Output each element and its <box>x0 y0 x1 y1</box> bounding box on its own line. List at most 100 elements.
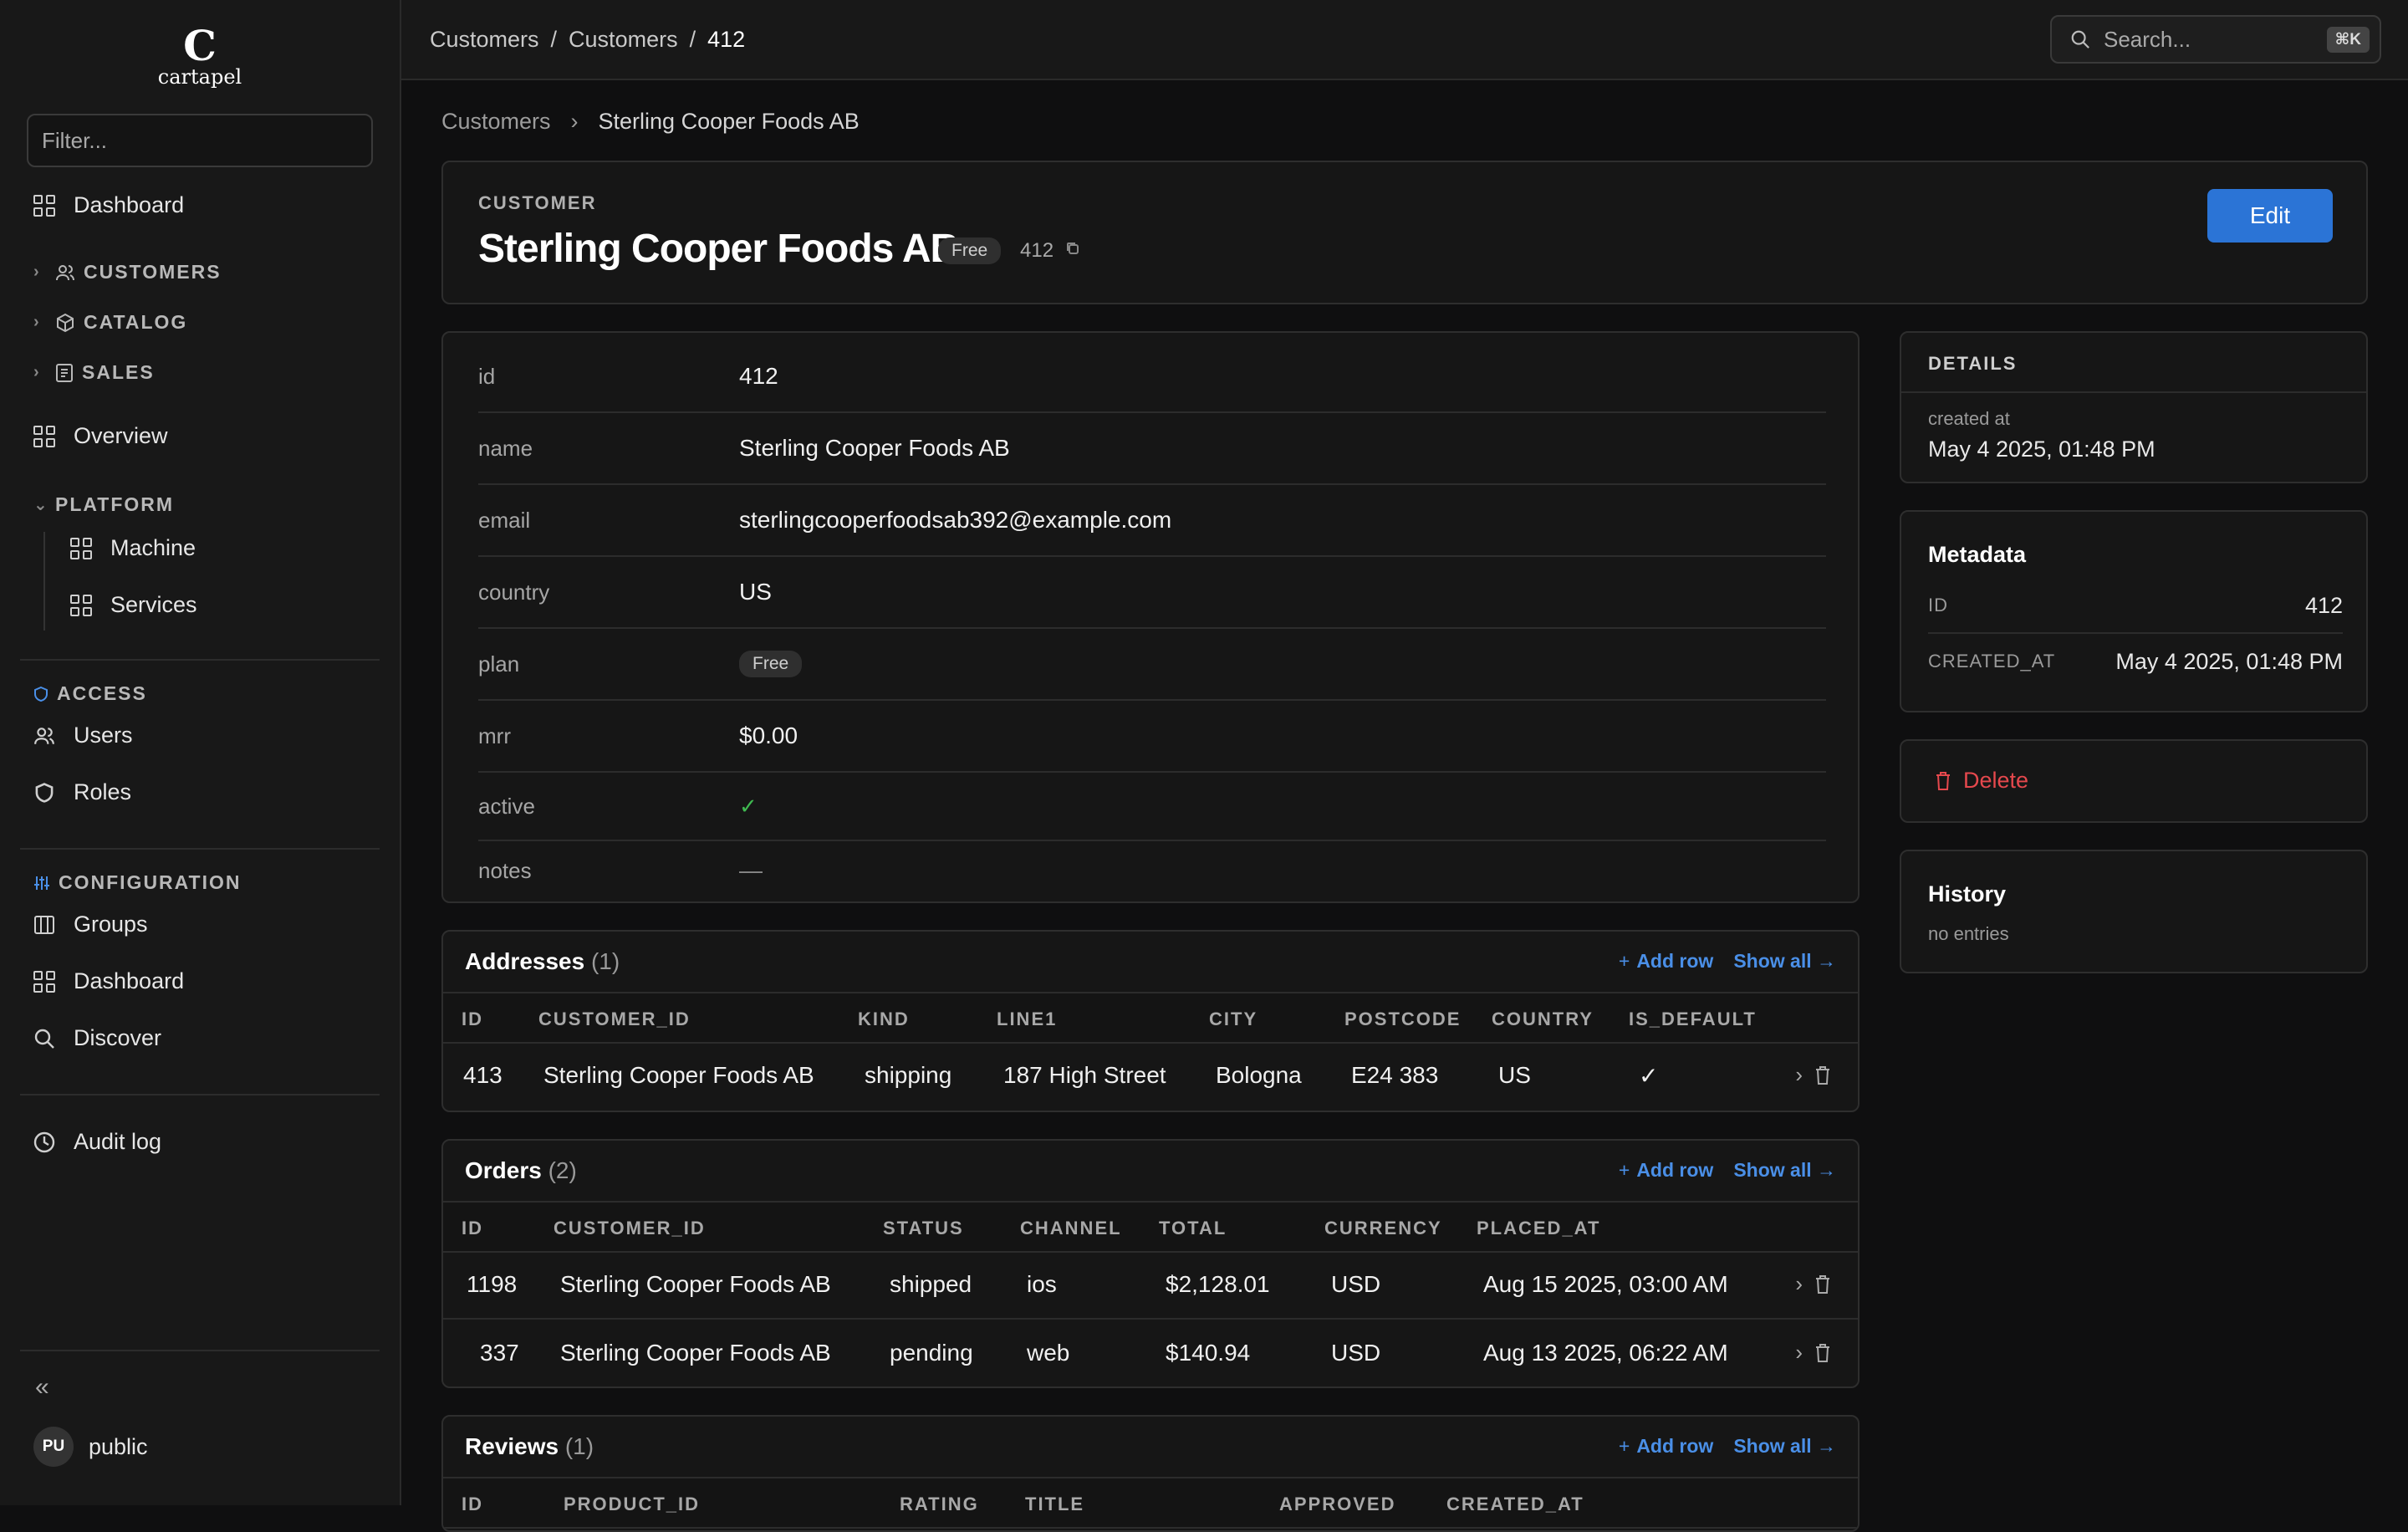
metadata-row: CREATED_AT May 4 2025, 01:48 PM <box>1928 634 2343 689</box>
panel-actions: + Add row Show all → <box>1619 1435 1836 1458</box>
trash-icon[interactable] <box>1814 1343 1831 1363</box>
sidebar-item-label: Users <box>74 723 133 748</box>
sidebar-item-discover[interactable]: Discover <box>33 1025 161 1051</box>
sliders-icon <box>34 876 49 890</box>
table-row[interactable]: 1198 Sterling Cooper Foods AB shipped io… <box>443 1253 1858 1320</box>
details-label: DETAILS <box>1928 353 2018 374</box>
search-icon <box>34 1029 54 1049</box>
column-header[interactable]: CREATED_AT <box>1446 1494 1584 1515</box>
receipt-icon <box>56 363 73 382</box>
column-header[interactable]: RATING <box>900 1494 979 1515</box>
column-header[interactable]: PLACED_AT <box>1477 1218 1600 1239</box>
edit-button[interactable]: Edit <box>2207 189 2333 243</box>
dashboard-icon <box>70 594 92 616</box>
column-header[interactable]: CHANNEL <box>1020 1218 1122 1239</box>
field-key: id <box>478 363 496 389</box>
breadcrumb-parent[interactable]: Customers <box>441 109 551 135</box>
breadcrumb: Customers › Sterling Cooper Foods AB <box>441 109 860 135</box>
panel-actions: + Add row Show all → <box>1619 950 1836 973</box>
breadcrumb-item[interactable]: Customers <box>569 27 678 53</box>
column-header[interactable]: LINE1 <box>997 1009 1057 1030</box>
avatar: PU <box>33 1427 74 1467</box>
logo[interactable]: C cartapel <box>0 0 400 99</box>
column-header[interactable]: ID <box>462 1009 483 1030</box>
sidebar-item-audit-log[interactable]: Audit log <box>33 1129 161 1155</box>
add-row-button[interactable]: + Add row <box>1619 950 1713 973</box>
sidebar-item-label: Services <box>110 592 197 617</box>
chevron-right-icon[interactable]: › <box>1795 1271 1803 1297</box>
column-header[interactable]: CURRENCY <box>1324 1218 1442 1239</box>
table-row[interactable]: 413 Sterling Cooper Foods AB shipping 18… <box>443 1044 1858 1111</box>
copy-icon[interactable] <box>1065 241 1080 256</box>
chevron-right-icon[interactable]: › <box>1795 1062 1803 1088</box>
show-all-link[interactable]: Show all → <box>1733 950 1836 973</box>
sidebar-item-users[interactable]: Users <box>33 723 133 748</box>
column-header[interactable]: APPROVED <box>1279 1494 1395 1515</box>
sidebar-item-roles[interactable]: Roles <box>33 779 131 805</box>
field-key: email <box>478 507 531 533</box>
column-header[interactable]: CUSTOMER_ID <box>538 1009 691 1030</box>
cell: Sterling Cooper Foods AB <box>543 1062 814 1088</box>
sidebar-divider <box>20 659 380 661</box>
collapse-sidebar-icon[interactable]: « <box>35 1373 49 1402</box>
sidebar-item-services[interactable]: Services <box>70 592 197 618</box>
sidebar-filter-input[interactable] <box>27 114 373 167</box>
sidebar-item-groups[interactable]: Groups <box>33 912 148 937</box>
sidebar-item-label: Roles <box>74 779 132 804</box>
column-header[interactable]: COUNTRY <box>1492 1009 1594 1030</box>
shield-icon <box>34 686 48 702</box>
column-header[interactable]: CUSTOMER_ID <box>554 1218 706 1239</box>
dashboard-icon <box>33 194 55 217</box>
panel-title: Addresses (1) <box>465 948 620 974</box>
breadcrumb-item[interactable]: Customers <box>430 27 539 53</box>
divider <box>1901 391 2366 393</box>
section-customers[interactable]: › CUSTOMERS <box>33 261 222 283</box>
top-breadcrumb: Customers / Customers / 412 <box>430 27 745 53</box>
field-key: name <box>478 435 533 461</box>
section-platform[interactable]: ⌄ PLATFORM <box>33 493 174 516</box>
section-catalog[interactable]: › CATALOG <box>33 311 187 334</box>
sidebar-item-overview[interactable]: Overview <box>33 423 168 449</box>
column-header[interactable]: STATUS <box>883 1218 964 1239</box>
global-search[interactable]: Search... ⌘K <box>2050 15 2381 64</box>
addresses-panel: Addresses (1) + Add row Show all → ID CUS… <box>441 930 1860 1112</box>
record-type-label: CUSTOMER <box>478 192 597 213</box>
section-sales[interactable]: › SALES <box>33 361 155 384</box>
column-header[interactable]: TITLE <box>1025 1494 1084 1515</box>
chevron-right-icon: › <box>33 263 41 281</box>
cell: USD <box>1331 1340 1381 1366</box>
orders-panel: Orders (2) + Add row Show all → ID CUSTOM… <box>441 1139 1860 1388</box>
column-header[interactable]: ID <box>462 1494 483 1515</box>
add-row-button[interactable]: + Add row <box>1619 1159 1713 1182</box>
show-all-link[interactable]: Show all → <box>1733 1435 1836 1458</box>
sidebar-item-dashboard[interactable]: Dashboard <box>33 192 184 218</box>
table-header: ID CUSTOMER_ID STATUS CHANNEL TOTAL CURR… <box>443 1201 1858 1253</box>
column-header[interactable]: ID <box>462 1218 483 1239</box>
trash-icon[interactable] <box>1814 1274 1831 1295</box>
cell: 413 <box>463 1062 503 1088</box>
column-header[interactable]: POSTCODE <box>1344 1009 1461 1030</box>
cell: shipped <box>890 1271 972 1297</box>
column-header[interactable]: CITY <box>1209 1009 1258 1030</box>
trash-icon[interactable] <box>1814 1065 1831 1085</box>
show-all-link[interactable]: Show all → <box>1733 1159 1836 1182</box>
chevron-right-icon[interactable]: › <box>1795 1340 1803 1366</box>
panel-title: Reviews (1) <box>465 1433 594 1459</box>
user-menu[interactable]: PU public <box>33 1427 148 1467</box>
sidebar-item-machine[interactable]: Machine <box>70 535 196 561</box>
add-row-button[interactable]: + Add row <box>1619 1435 1713 1458</box>
column-header[interactable]: KIND <box>858 1009 910 1030</box>
record-id: 412 <box>1020 239 1054 262</box>
field-key: notes <box>478 857 532 883</box>
search-shortcut: ⌘K <box>2326 26 2370 53</box>
delete-button[interactable]: Delete <box>1935 768 2028 794</box>
sidebar-item-dashboard-config[interactable]: Dashboard <box>33 968 184 994</box>
column-header[interactable]: IS_DEFAULT <box>1629 1009 1757 1030</box>
column-header[interactable]: PRODUCT_ID <box>564 1494 700 1515</box>
cell: Aug 13 2025, 06:22 AM <box>1483 1340 1728 1366</box>
field-value: Sterling Cooper Foods AB <box>739 435 1010 461</box>
breadcrumb-current: Sterling Cooper Foods AB <box>598 109 860 134</box>
column-header[interactable]: TOTAL <box>1159 1218 1227 1239</box>
table-row[interactable]: 337 Sterling Cooper Foods AB pending web… <box>443 1321 1858 1388</box>
cell: Bologna <box>1216 1062 1302 1088</box>
